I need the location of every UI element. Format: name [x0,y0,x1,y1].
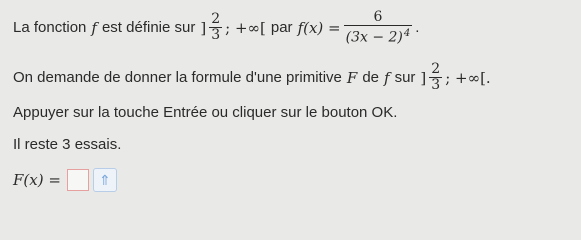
f-of-x: f(x) = [297,18,341,37]
primitive-symbol: F [346,68,358,87]
interval-fraction-2: 2 3 [429,61,443,93]
up-arrow-icon[interactable]: ⇑ [92,168,117,192]
function-symbol-2: f [384,68,390,87]
question-line-1: La fonction f est définie sur ] 2 3 ; +∞… [13,10,419,46]
line1-end: . [415,19,420,37]
interval-denominator: 3 [211,27,221,44]
function-denominator: (3x − 2)4 [345,28,411,46]
interval-fraction: 2 3 [209,11,223,44]
function-exponent: 4 [403,28,411,39]
sur-text: sur [394,69,416,86]
defined-on-text: est définie sur [101,19,196,37]
par-text: par [270,19,293,37]
interval-open: ] [200,18,207,37]
de-text: de [362,69,379,86]
interval-rest-2: ; +∞[. [445,68,491,87]
function-symbol: f [91,18,97,37]
interval-open-2: ] [420,68,427,87]
interval-numerator: 2 [211,11,221,28]
attempts-text: Il reste 3 essais. [13,136,122,153]
function-numerator: 6 [373,9,383,25]
interval-rest: ; +∞[ [225,18,266,37]
interval-denominator-2: 3 [431,77,441,93]
answer-row: F(x) = ⇑ [13,168,117,192]
intro-text: La fonction [13,19,87,37]
instructions-text: Appuyer sur la touche Entrée ou cliquer … [13,104,398,121]
question-line-2: On demande de donner la formule d'une pr… [13,62,491,93]
function-fraction: 6 (3x − 2)4 [343,9,413,46]
interval-numerator-2: 2 [431,61,441,77]
line2-text: On demande de donner la formule d'une pr… [13,69,342,86]
answer-label: F(x) = [13,171,61,189]
answer-input[interactable] [66,169,89,191]
